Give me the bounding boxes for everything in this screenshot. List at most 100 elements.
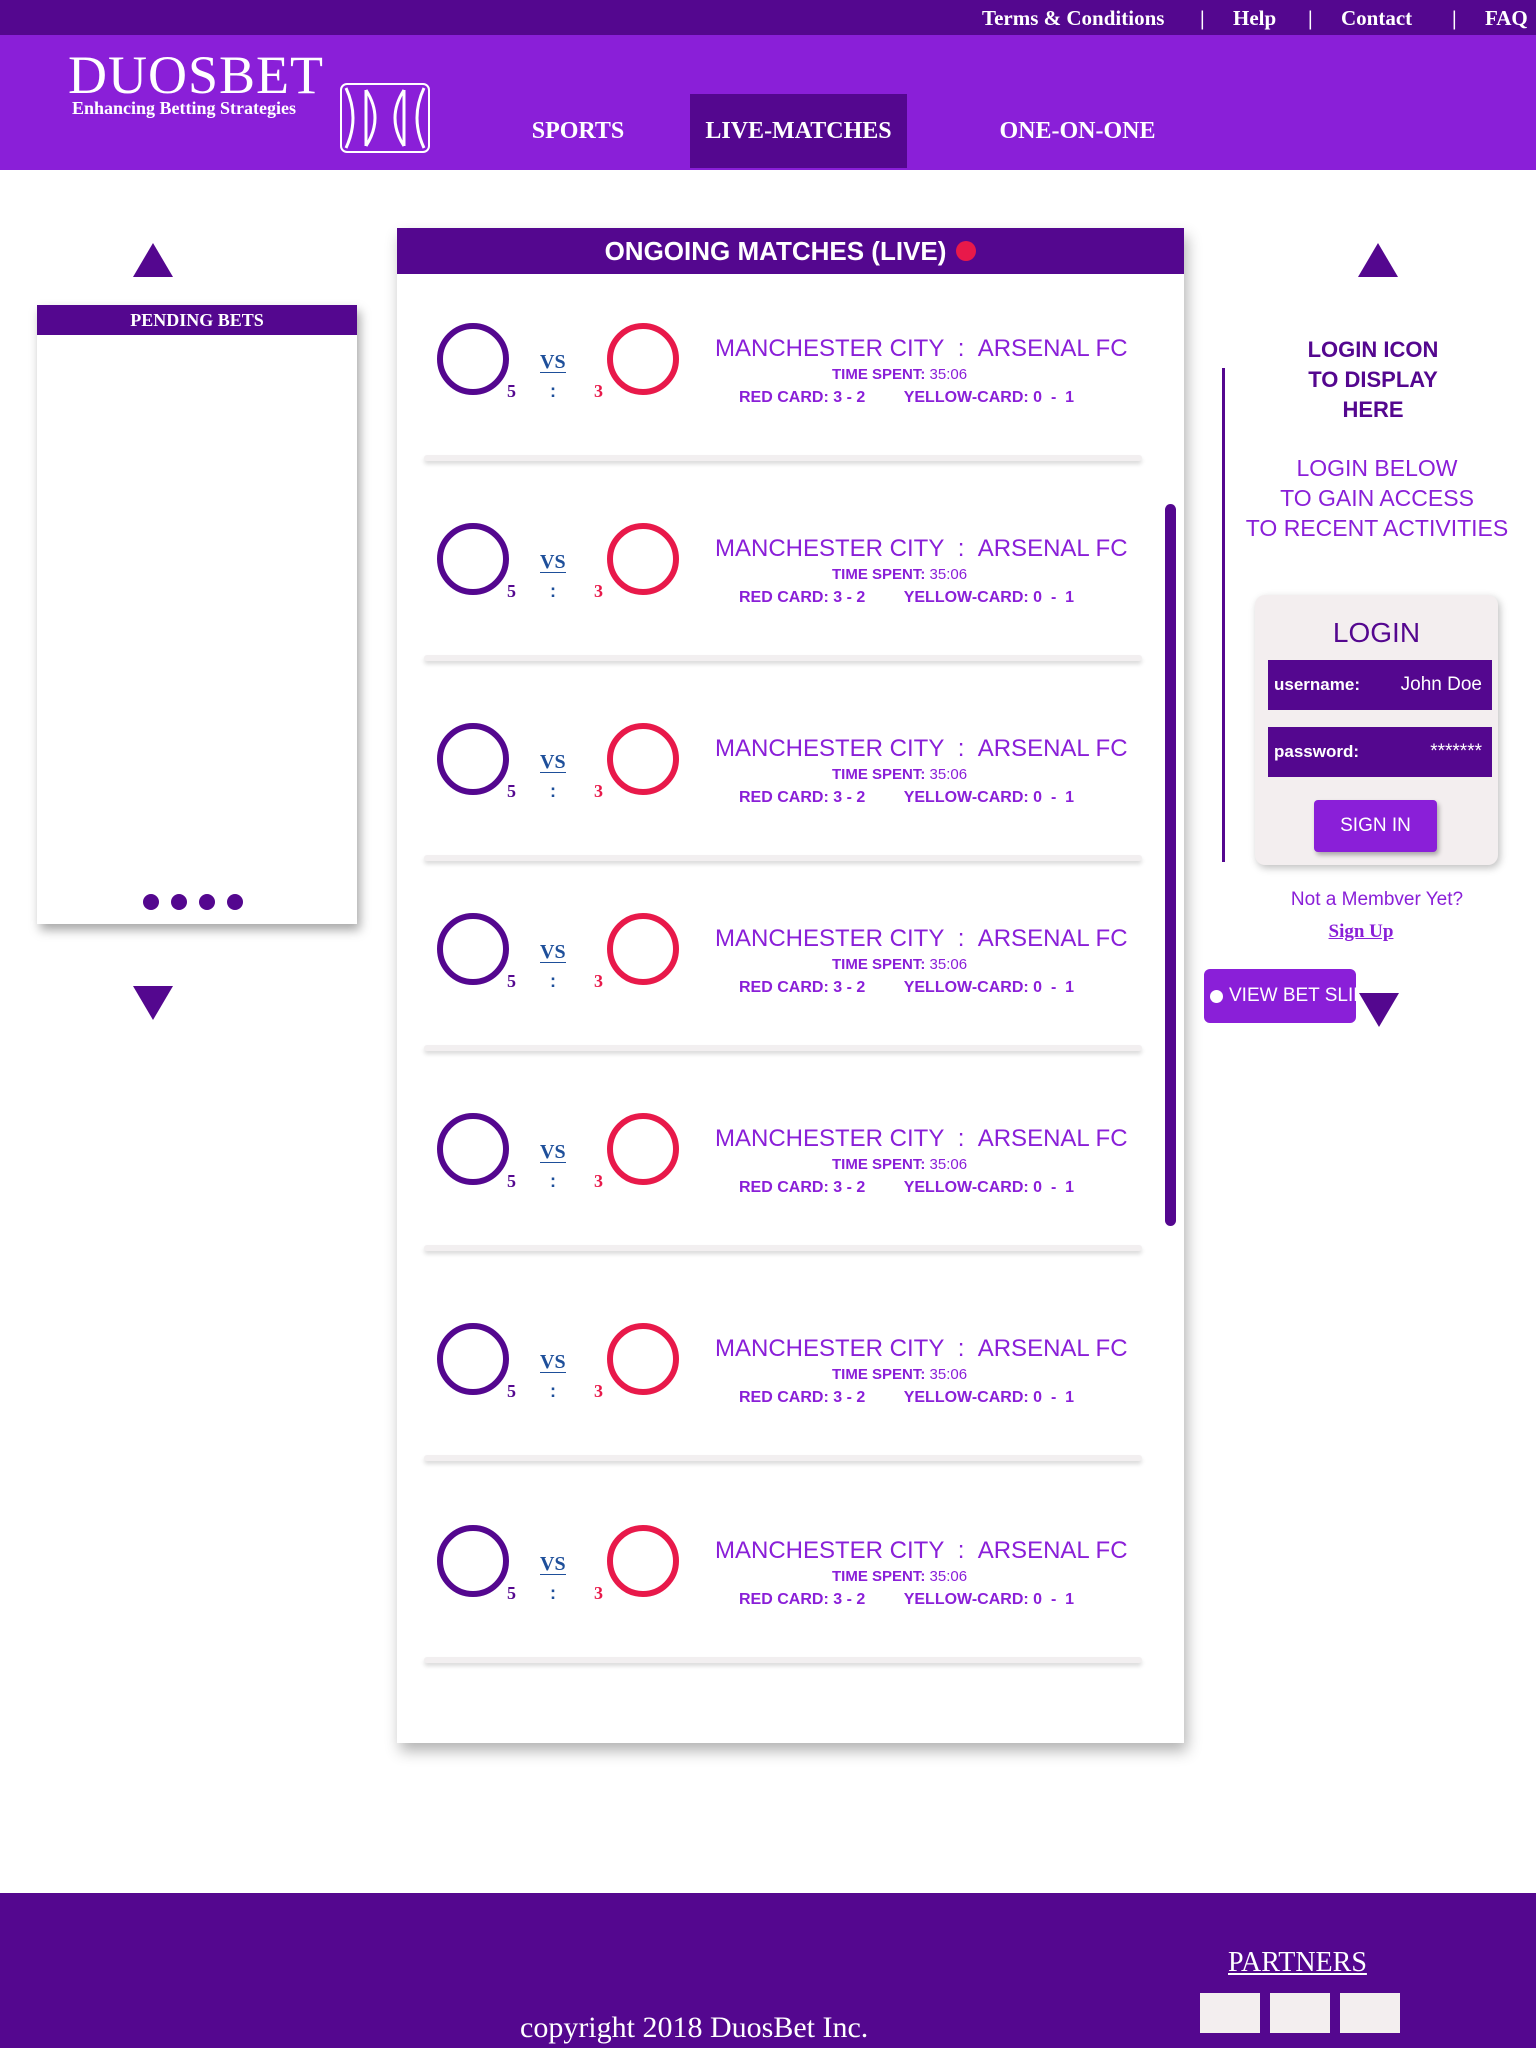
yellow-card-label: YELLOW-CARD: bbox=[903, 1389, 1029, 1406]
pending-scroll-down-icon[interactable] bbox=[133, 986, 173, 1020]
match-teams[interactable]: MANCHESTER CITY : ARSENAL FC bbox=[715, 1125, 1128, 1153]
home-team-badge-icon bbox=[437, 523, 509, 595]
time-spent-value: 35:06 bbox=[929, 766, 968, 783]
match-divider bbox=[424, 455, 1142, 461]
card-stats: RED CARD: 3 - 2 YELLOW-CARD: 0 - 1 bbox=[739, 979, 1074, 997]
pending-bets-title: PENDING BETS bbox=[37, 305, 357, 335]
contact-link[interactable]: Contact bbox=[1341, 6, 1412, 31]
match-divider bbox=[424, 855, 1142, 861]
partner-logo[interactable] bbox=[1340, 1993, 1400, 2033]
pagination-dot[interactable] bbox=[143, 894, 159, 910]
home-team-name: MANCHESTER CITY bbox=[715, 335, 945, 362]
brand-name[interactable]: DUOSBET bbox=[68, 48, 324, 102]
nav-one-on-one[interactable]: ONE-ON-ONE bbox=[980, 94, 1175, 168]
yellow-card-label: YELLOW-CARD: bbox=[903, 1591, 1029, 1608]
match-divider bbox=[424, 1245, 1142, 1251]
pending-bets-panel: PENDING BETS bbox=[37, 305, 357, 924]
team-separator: : bbox=[957, 1537, 965, 1564]
pending-scroll-up-icon[interactable] bbox=[133, 243, 173, 277]
bet-slip-dot-icon bbox=[1210, 989, 1223, 1003]
card-stats: RED CARD: 3 - 2 YELLOW-CARD: 0 - 1 bbox=[739, 1389, 1074, 1407]
login-icon-placeholder: LOGIN ICON TO DISPLAY HERE bbox=[1262, 335, 1484, 425]
away-score: 3 bbox=[594, 381, 603, 401]
pagination-dot[interactable] bbox=[227, 894, 243, 910]
yellow-card-label: YELLOW-CARD: bbox=[903, 389, 1029, 406]
yellow-card-value: 0 - 1 bbox=[1033, 1591, 1075, 1608]
match-teams[interactable]: MANCHESTER CITY : ARSENAL FC bbox=[715, 335, 1128, 363]
help-link[interactable]: Help bbox=[1233, 6, 1276, 31]
time-spent: TIME SPENT: 35:06 bbox=[832, 1568, 967, 1585]
match-row[interactable]: 5 VS : 3 MANCHESTER CITY : ARSENAL FC TI… bbox=[397, 323, 1184, 483]
yellow-card-label: YELLOW-CARD: bbox=[903, 589, 1029, 606]
time-spent-value: 35:06 bbox=[929, 566, 968, 583]
match-row[interactable]: 5 VS : 3 MANCHESTER CITY : ARSENAL FC TI… bbox=[397, 1113, 1184, 1273]
home-score: 5 bbox=[507, 1381, 516, 1401]
away-team-name: ARSENAL FC bbox=[977, 925, 1128, 952]
match-row[interactable]: 5 VS : 3 MANCHESTER CITY : ARSENAL FC TI… bbox=[397, 1323, 1184, 1483]
pagination-dot[interactable] bbox=[171, 894, 187, 910]
match-row[interactable]: 5 VS : 3 MANCHESTER CITY : ARSENAL FC TI… bbox=[397, 1525, 1184, 1685]
sign-up-link[interactable]: Sign Up bbox=[1240, 921, 1482, 943]
not-member-text: Not a Membver Yet? bbox=[1290, 889, 1464, 910]
match-teams[interactable]: MANCHESTER CITY : ARSENAL FC bbox=[715, 735, 1128, 763]
partner-logo[interactable] bbox=[1200, 1993, 1260, 2033]
match-teams[interactable]: MANCHESTER CITY : ARSENAL FC bbox=[715, 535, 1128, 563]
pagination-dot[interactable] bbox=[199, 894, 215, 910]
red-card-label: RED CARD: bbox=[739, 589, 829, 606]
time-spent: TIME SPENT: 35:06 bbox=[832, 366, 967, 383]
partner-logo[interactable] bbox=[1270, 1993, 1330, 2033]
red-card-value: 3 - 2 bbox=[833, 389, 866, 406]
score-separator: : bbox=[550, 581, 556, 601]
yellow-card-value: 0 - 1 bbox=[1033, 789, 1075, 806]
away-team-badge-icon bbox=[607, 523, 679, 595]
time-spent-value: 35:06 bbox=[929, 1366, 968, 1383]
team-separator: : bbox=[957, 735, 965, 762]
yellow-card-label: YELLOW-CARD: bbox=[903, 789, 1029, 806]
home-team-name: MANCHESTER CITY bbox=[715, 1335, 945, 1362]
match-row[interactable]: 5 VS : 3 MANCHESTER CITY : ARSENAL FC TI… bbox=[397, 523, 1184, 683]
home-team-badge-icon bbox=[437, 323, 509, 395]
match-row[interactable]: 5 VS : 3 MANCHESTER CITY : ARSENAL FC TI… bbox=[397, 913, 1184, 1073]
match-row[interactable]: 5 VS : 3 MANCHESTER CITY : ARSENAL FC TI… bbox=[397, 723, 1184, 883]
nav-sports[interactable]: SPORTS bbox=[505, 94, 651, 168]
nav-live-matches[interactable]: LIVE-MATCHES bbox=[690, 94, 907, 168]
away-team-name: ARSENAL FC bbox=[977, 1125, 1128, 1152]
duosbet-logo-icon[interactable] bbox=[338, 82, 432, 154]
vs-label: VS bbox=[540, 751, 566, 773]
password-value[interactable]: ******* bbox=[1430, 741, 1482, 763]
match-teams[interactable]: MANCHESTER CITY : ARSENAL FC bbox=[715, 1335, 1128, 1363]
username-value[interactable]: John Doe bbox=[1401, 674, 1482, 696]
home-score: 5 bbox=[507, 971, 516, 991]
login-icon-line: HERE bbox=[1342, 397, 1404, 422]
yellow-card-label: YELLOW-CARD: bbox=[903, 1179, 1029, 1196]
terms-link[interactable]: Terms & Conditions bbox=[982, 6, 1164, 31]
login-prompt-line: TO GAIN ACCESS bbox=[1280, 485, 1474, 511]
away-score: 3 bbox=[594, 1583, 603, 1603]
right-scroll-up-icon[interactable] bbox=[1358, 243, 1398, 277]
match-teams[interactable]: MANCHESTER CITY : ARSENAL FC bbox=[715, 1537, 1128, 1565]
partners-link[interactable]: PARTNERS bbox=[1228, 1947, 1367, 1979]
password-field[interactable]: password: ******* bbox=[1268, 727, 1492, 777]
username-field[interactable]: username: John Doe bbox=[1268, 660, 1492, 710]
view-bet-slip-button[interactable]: VIEW BET SLIP bbox=[1204, 969, 1366, 1023]
separator: | bbox=[1200, 6, 1205, 30]
red-card-label: RED CARD: bbox=[739, 1591, 829, 1608]
away-team-badge-icon bbox=[607, 323, 679, 395]
right-scroll-down-icon[interactable] bbox=[1359, 993, 1399, 1027]
match-divider bbox=[424, 1657, 1142, 1663]
match-teams[interactable]: MANCHESTER CITY : ARSENAL FC bbox=[715, 925, 1128, 953]
match-divider bbox=[424, 1045, 1142, 1051]
yellow-card-value: 0 - 1 bbox=[1033, 389, 1075, 406]
copyright-text: copyright 2018 DuosBet Inc. bbox=[520, 2011, 869, 2044]
away-team-name: ARSENAL FC bbox=[977, 1537, 1128, 1564]
away-team-name: ARSENAL FC bbox=[977, 1335, 1128, 1362]
scrollbar[interactable] bbox=[1165, 504, 1176, 1226]
card-stats: RED CARD: 3 - 2 YELLOW-CARD: 0 - 1 bbox=[739, 1179, 1074, 1197]
sign-in-button[interactable]: SIGN IN bbox=[1314, 800, 1437, 852]
team-separator: : bbox=[957, 925, 965, 952]
away-score: 3 bbox=[594, 971, 603, 991]
faq-link[interactable]: FAQ bbox=[1485, 6, 1528, 31]
card-stats: RED CARD: 3 - 2 YELLOW-CARD: 0 - 1 bbox=[739, 1591, 1074, 1609]
red-card-value: 3 - 2 bbox=[833, 789, 866, 806]
score-separator: : bbox=[550, 971, 556, 991]
